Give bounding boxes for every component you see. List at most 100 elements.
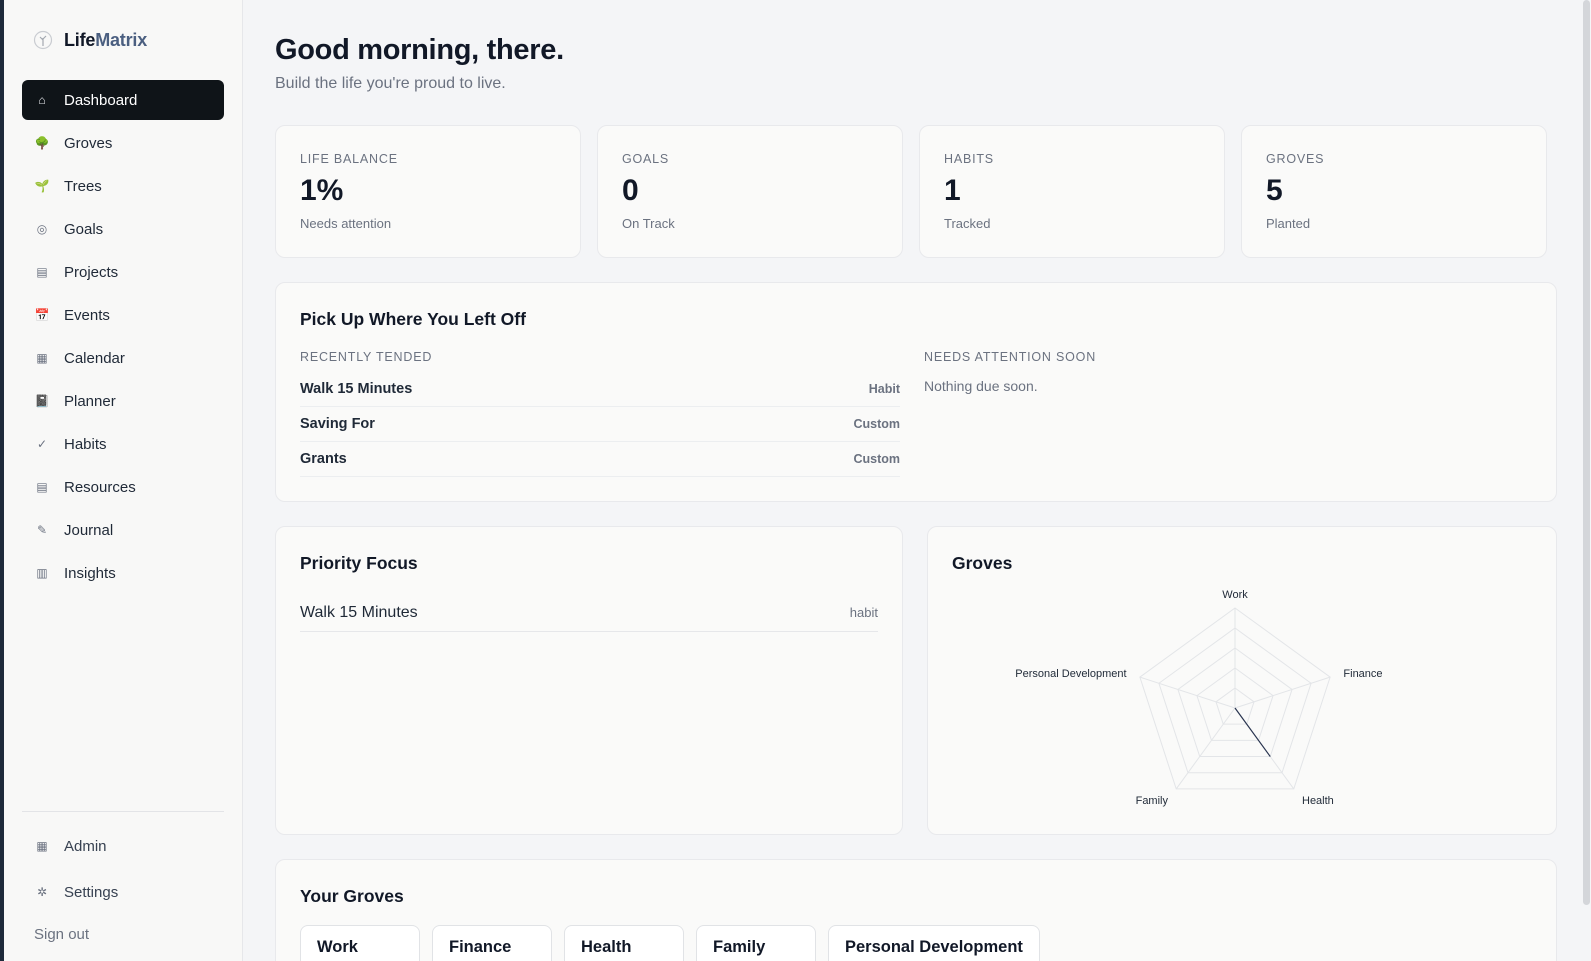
radar-axis (1234, 676, 1331, 709)
sidebar-item-planner[interactable]: 📓 Planner (22, 381, 224, 421)
sidebar-item-insights[interactable]: ▥ Insights (22, 553, 224, 593)
list-item[interactable]: Walk 15 Minutes Habit (300, 372, 900, 407)
grove-chip[interactable]: Personal Development (828, 925, 1040, 961)
pencil-icon: ✎ (36, 523, 48, 537)
notebook-icon: 📓 (34, 394, 50, 408)
sidebar-item-label: Resources (64, 478, 136, 496)
pickup-card: Pick Up Where You Left Off RECENTLY TEND… (275, 282, 1557, 502)
sidebar-item-settings[interactable]: ✲ Settings (22, 872, 224, 912)
sidebar-item-habits[interactable]: ✓ Habits (22, 424, 224, 464)
chart-icon: ▥ (36, 566, 48, 580)
priority-focus-title: Priority Focus (300, 553, 418, 573)
stat-note: Needs attention (300, 216, 392, 231)
sidebar-item-trees[interactable]: 🌱 Trees (22, 166, 224, 206)
list-item-name: Saving For (300, 416, 375, 432)
resources-icon: ▤ (36, 480, 48, 494)
grove-chip[interactable]: Health (564, 925, 684, 961)
list-item-tag: Custom (853, 417, 900, 431)
your-groves-title: Your Groves (300, 886, 404, 906)
radar-axis (1175, 707, 1236, 790)
stat-value: 5 (1266, 174, 1283, 207)
target-icon: ◎ (36, 222, 48, 236)
list-item[interactable]: Grants Custom (300, 442, 900, 477)
sidebar-item-events[interactable]: 📅 Events (22, 295, 224, 335)
sidebar-item-label: Settings (64, 883, 119, 901)
sidebar-item-label: Trees (64, 177, 102, 195)
sidebar-item-admin[interactable]: ▦ Admin (22, 826, 224, 866)
focus-item[interactable]: Walk 15 Minutes habit (300, 594, 878, 632)
sidebar-item-label: Habits (64, 435, 107, 453)
sidebar-item-label: Dashboard (64, 91, 138, 109)
focus-item-kind: habit (849, 605, 878, 620)
your-groves-card: Your Groves Work Finance Health Family Perso… (275, 859, 1557, 961)
stat-label: GOALS (622, 152, 670, 166)
sidebar-item-resources[interactable]: ▤ Resources (22, 467, 224, 507)
main-nav: ⌂ Dashboard 🌳 Groves 🌱 Trees ◎ Goals ▤ Projects 📅 E… (22, 80, 224, 593)
sidebar-item-label: Events (64, 306, 110, 324)
sidebar-item-label: Admin (64, 837, 107, 855)
stat-card[interactable]: GOALS 0 On Track (597, 125, 903, 258)
calendar-icon: ▦ (36, 351, 48, 365)
sidebar-item-label: Projects (64, 263, 119, 281)
radar-axis-label: Finance (1343, 668, 1382, 680)
stat-note: Planted (1266, 216, 1311, 231)
seedling-icon: 🌱 (34, 179, 50, 193)
radar-axis-label: Work (1222, 589, 1248, 601)
check-icon: ✓ (36, 437, 48, 451)
sidebar-item-label: Insights (64, 564, 116, 582)
sidebar-item-calendar[interactable]: ▦ Calendar (22, 338, 224, 378)
list-item-name: Grants (300, 451, 347, 467)
calendar-date-icon: 📅 (34, 308, 50, 322)
logo-icon (32, 29, 54, 51)
sidebar-item-groves[interactable]: 🌳 Groves (22, 123, 224, 163)
pickup-title: Pick Up Where You Left Off (300, 309, 526, 329)
stats-row: LIFE BALANCE 1% Needs attention GOALS 0 On Tr… (275, 125, 1557, 258)
sidebar-item-label: Goals (64, 220, 104, 238)
groves-radar-chart: Work Finance Health Family Personal Developm… (1015, 589, 1382, 807)
recently-tended: RECENTLY TENDED Walk 15 Minutes Habit Savi… (300, 350, 900, 477)
sidebar-item-dashboard[interactable]: ⌂ Dashboard (22, 80, 224, 120)
home-icon: ⌂ (38, 93, 46, 107)
stat-card[interactable]: HABITS 1 Tracked (919, 125, 1225, 258)
tree-icon: 🌳 (34, 136, 50, 150)
list-item[interactable]: Saving For Custom (300, 407, 900, 442)
radar-axis-label: Health (1302, 795, 1334, 807)
sidebar-item-goals[interactable]: ◎ Goals (22, 209, 224, 249)
scrollbar-thumb[interactable] (1583, 0, 1590, 905)
priority-focus-card: Priority Focus Walk 15 Minutes habit (275, 526, 903, 835)
gear-icon: ✲ (36, 885, 48, 899)
stat-card[interactable]: GROVES 5 Planted (1241, 125, 1547, 258)
radar-axis (1139, 676, 1236, 709)
stat-card[interactable]: LIFE BALANCE 1% Needs attention (275, 125, 581, 258)
brand-name: LifeMatrix (64, 29, 148, 50)
stat-value: 0 (622, 174, 639, 207)
groves-chart-card: Groves Work Finance Health Family Personal D… (927, 526, 1557, 835)
needs-attention-heading: NEEDS ATTENTION SOON (924, 350, 1097, 364)
page-subtitle: Build the life you're proud to live. (275, 75, 506, 92)
folder-icon: ▤ (36, 265, 48, 279)
stat-note: On Track (622, 216, 675, 231)
sidebar-item-journal[interactable]: ✎ Journal (22, 510, 224, 550)
list-item-tag: Custom (853, 452, 900, 466)
grove-chip[interactable]: Finance (432, 925, 552, 961)
list-item-name: Walk 15 Minutes (300, 381, 413, 397)
stat-note: Tracked (944, 216, 991, 231)
sidebar-bottom: ▦ Admin ✲ Settings Sign out (22, 811, 224, 943)
brand[interactable]: LifeMatrix (22, 24, 224, 54)
stat-value: 1 (944, 174, 961, 207)
stat-label: GROVES (1266, 152, 1325, 166)
sidebar-item-projects[interactable]: ▤ Projects (22, 252, 224, 292)
grove-chip[interactable]: Work (300, 925, 420, 961)
grove-chip[interactable]: Family (696, 925, 816, 961)
stat-value: 1% (300, 174, 344, 207)
empty-state: Nothing due soon. (924, 378, 1038, 394)
recently-tended-heading: RECENTLY TENDED (300, 350, 433, 364)
sign-out-link[interactable]: Sign out (22, 918, 224, 943)
scrollbar[interactable] (1581, 0, 1591, 961)
sidebar-item-label: Calendar (64, 349, 125, 367)
sidebar-item-label: Journal (64, 521, 114, 539)
focus-item-name: Walk 15 Minutes (300, 603, 418, 621)
radar-series-area (1234, 707, 1271, 757)
stat-label: LIFE BALANCE (300, 152, 398, 166)
radar-axis-label: Personal Development (1015, 668, 1126, 680)
